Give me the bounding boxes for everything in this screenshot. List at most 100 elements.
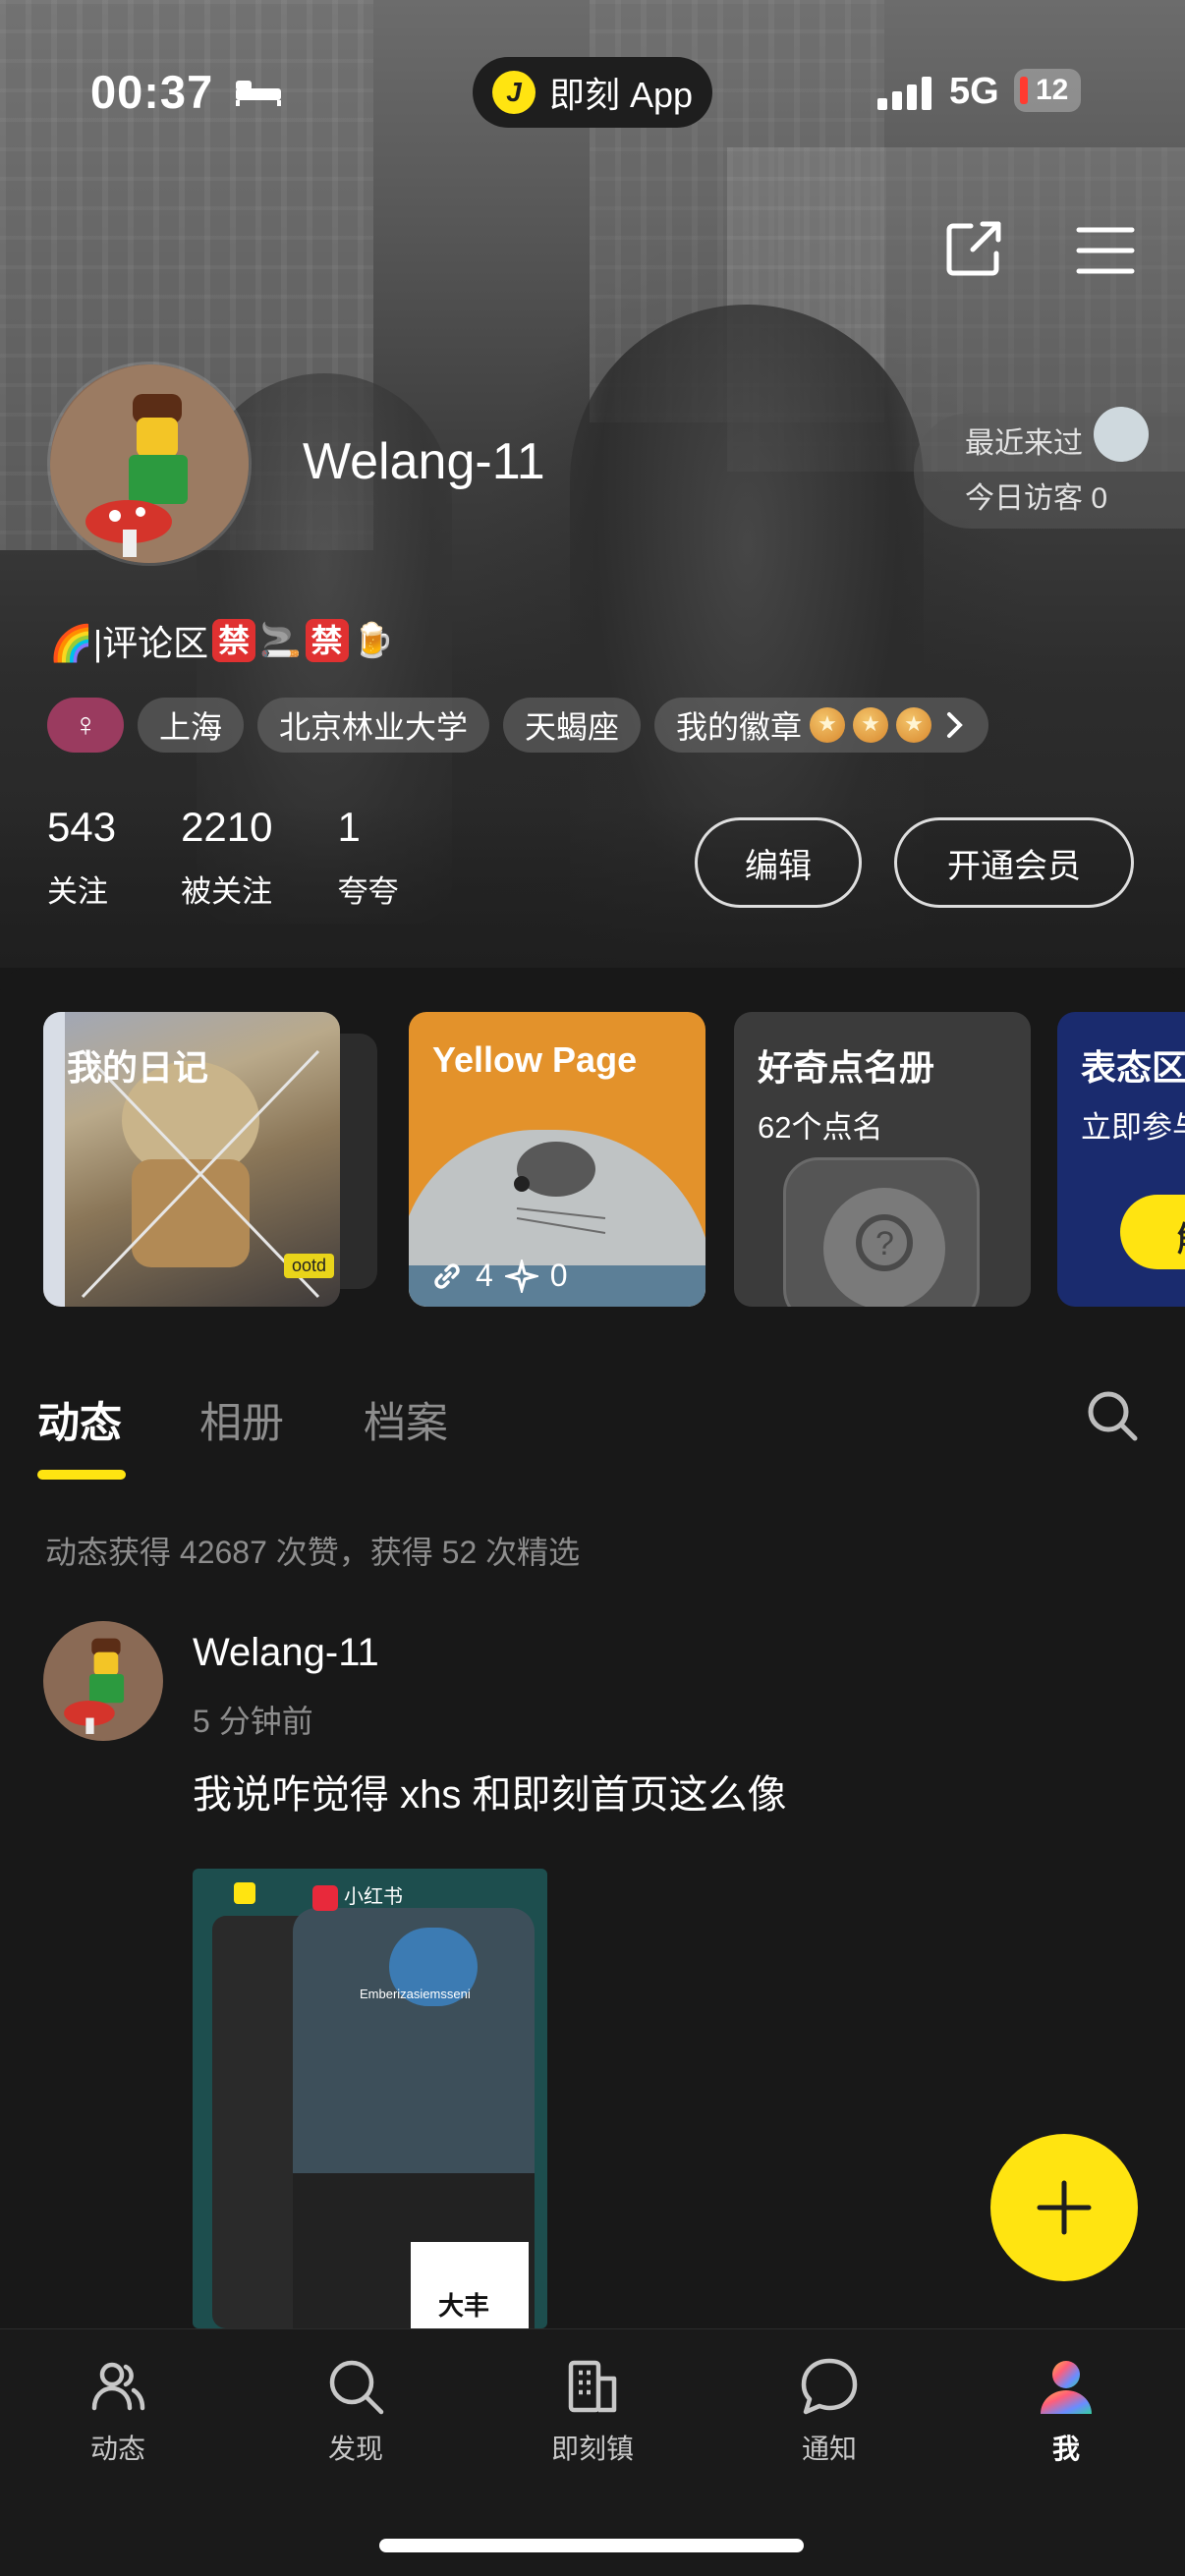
post-timestamp: 5 分钟前 bbox=[193, 1704, 313, 1739]
screenshot-username: Emberizasiemsseni bbox=[360, 1987, 471, 2001]
stat-following[interactable]: 543 关注 bbox=[47, 806, 116, 911]
profile-stats: 543 关注 2210 被关注 1 夸夸 bbox=[47, 806, 464, 911]
opinion-join-label: 解 bbox=[1177, 1212, 1185, 1260]
edit-profile-button[interactable]: 编辑 bbox=[695, 817, 862, 908]
opinion-join-button[interactable]: 解 bbox=[1120, 1195, 1185, 1269]
vip-button[interactable]: 开通会员 bbox=[894, 817, 1134, 908]
medal-icon bbox=[810, 707, 846, 743]
nav-notifications-label: 通知 bbox=[801, 2434, 857, 2464]
lightbulb-icon: ? bbox=[783, 1157, 980, 1307]
diary-title: 我的日记 bbox=[67, 1047, 209, 1088]
nav-discover-label: 发现 bbox=[327, 2434, 383, 2464]
post-avatar[interactable] bbox=[43, 1621, 163, 1741]
people-icon bbox=[91, 2362, 145, 2411]
post-image[interactable]: 小红书 Emberizasiemsseni 大丰 bbox=[193, 1869, 547, 2328]
signal-icon bbox=[877, 77, 931, 110]
stat-followers-label: 被关注 bbox=[181, 874, 273, 909]
stat-following-count: 543 bbox=[47, 804, 117, 850]
nav-me-label: 我 bbox=[1051, 2434, 1080, 2464]
cigarette-icon: 🚬 bbox=[259, 622, 302, 659]
curious-card[interactable]: 好奇点名册 62个点名 ? bbox=[734, 1012, 1031, 1307]
visitor-panel[interactable]: 最近来过 今日访客 0 bbox=[914, 407, 1185, 529]
today-visitors: 今日访客 0 bbox=[965, 482, 1108, 515]
home-indicator[interactable] bbox=[379, 2539, 804, 2552]
xhs-label-text: 小红书 bbox=[344, 1886, 403, 1908]
tab-album[interactable]: 相册 bbox=[199, 1389, 284, 1450]
yellow-page-card[interactable]: Yellow Page 4 0 bbox=[409, 1012, 705, 1307]
profile-avatar[interactable] bbox=[47, 362, 252, 566]
medal-icon bbox=[853, 707, 889, 743]
screenshot-promo-text: 大丰 bbox=[438, 2291, 490, 2321]
yellow-page-stars: 0 bbox=[549, 1258, 568, 1293]
building-icon bbox=[568, 2360, 617, 2413]
nav-discover[interactable]: 发现 bbox=[287, 2355, 424, 2467]
jike-mini-logo-icon bbox=[234, 1882, 255, 1904]
yellow-page-title: Yellow Page bbox=[432, 1039, 638, 1080]
search-icon[interactable] bbox=[1084, 1387, 1141, 1444]
nav-moments-label: 动态 bbox=[89, 2434, 145, 2464]
xhs-label: 小红书 bbox=[312, 1880, 403, 1911]
post-username[interactable]: Welang-11 bbox=[193, 1631, 379, 1675]
feature-cards: 我的日记 ootd Yellow Page 4 0 好奇点名册 62个点名 ? … bbox=[0, 1012, 1185, 1307]
profile-tabs: 动态 相册 档案 bbox=[0, 1375, 1185, 1484]
curious-title: 好奇点名册 bbox=[758, 1047, 935, 1088]
city-tag: 上海 bbox=[138, 698, 245, 753]
lego-figure-icon bbox=[43, 1621, 163, 1741]
badges-tag[interactable]: 我的徽章 bbox=[654, 698, 989, 753]
battery-icon: 12 bbox=[1014, 69, 1081, 112]
profile-bio: 🌈|评论区 禁 🚬 禁 🍺 bbox=[49, 615, 394, 666]
network-type: 5G bbox=[949, 71, 999, 112]
post-text: 我说咋觉得 xhs 和即刻首页这么像 bbox=[193, 1773, 787, 1817]
opinion-card[interactable]: 表态区 立即参与 解 bbox=[1057, 1012, 1185, 1307]
search-icon bbox=[329, 2360, 384, 2415]
recent-visitors-label: 最近来过 bbox=[965, 427, 1083, 460]
status-bar: 00:37 J 即刻 App 5G 12 bbox=[0, 0, 1185, 128]
profile-tags: ♀ 上海 北京林业大学 天蝎座 我的徽章 bbox=[47, 698, 989, 753]
profile-username: Welang-11 bbox=[303, 433, 545, 490]
xhs-logo-icon bbox=[312, 1884, 338, 1911]
stat-followers-count: 2210 bbox=[181, 804, 273, 850]
nav-me[interactable]: 我 bbox=[997, 2355, 1135, 2467]
new-post-button[interactable] bbox=[990, 2134, 1138, 2281]
recent-visitor-avatar[interactable] bbox=[1094, 407, 1149, 462]
sparkle-icon bbox=[504, 1259, 538, 1293]
status-time: 00:37 bbox=[90, 66, 214, 118]
nav-town[interactable]: 即刻镇 bbox=[524, 2355, 661, 2467]
active-tab-underline bbox=[37, 1470, 126, 1480]
app-pill-label: 即刻 App bbox=[549, 75, 694, 115]
nav-notifications[interactable]: 通知 bbox=[761, 2355, 898, 2467]
nav-town-label: 即刻镇 bbox=[550, 2434, 634, 2464]
stat-praise-count: 1 bbox=[337, 804, 361, 850]
badges-label: 我的徽章 bbox=[676, 709, 803, 745]
ban-badge-icon: 禁 bbox=[305, 619, 349, 662]
diary-photo: 我的日记 ootd bbox=[43, 1012, 340, 1307]
link-icon bbox=[434, 1262, 460, 1289]
battery-level bbox=[1020, 77, 1028, 104]
diary-ootd-tag: ootd bbox=[284, 1254, 335, 1278]
sleep-focus-icon bbox=[236, 81, 281, 106]
svg-text:?: ? bbox=[875, 1225, 894, 1262]
jike-logo-icon: J bbox=[492, 71, 536, 114]
stat-praise[interactable]: 1 夸夸 bbox=[338, 806, 399, 911]
stat-following-label: 关注 bbox=[47, 874, 108, 909]
medal-icon bbox=[896, 707, 932, 743]
lego-figure-icon bbox=[50, 364, 249, 563]
tab-profile-archive[interactable]: 档案 bbox=[364, 1389, 448, 1450]
tab-moments[interactable]: 动态 bbox=[37, 1389, 122, 1450]
battery-percent: 12 bbox=[1036, 74, 1069, 106]
menu-icon[interactable] bbox=[1075, 224, 1136, 277]
zodiac-tag: 天蝎座 bbox=[503, 698, 642, 753]
moments-summary: 动态获得 42687 次赞，获得 52 次精选 bbox=[45, 1535, 581, 1570]
plus-icon bbox=[1037, 2180, 1092, 2235]
app-pill[interactable]: J 即刻 App bbox=[473, 57, 712, 128]
chat-bubble-icon bbox=[801, 2358, 858, 2415]
share-icon[interactable] bbox=[943, 218, 1004, 279]
yellow-page-meta: 4 0 bbox=[430, 1258, 568, 1294]
opinion-title: 表态区 bbox=[1081, 1047, 1185, 1088]
nav-moments[interactable]: 动态 bbox=[49, 2355, 187, 2467]
stat-praise-label: 夸夸 bbox=[337, 874, 399, 909]
curious-subtitle: 62个点名 bbox=[758, 1110, 883, 1145]
diary-card[interactable]: 我的日记 ootd bbox=[43, 1012, 377, 1307]
stat-followers[interactable]: 2210 被关注 bbox=[181, 806, 272, 911]
beer-icon: 🍺 bbox=[352, 622, 394, 659]
